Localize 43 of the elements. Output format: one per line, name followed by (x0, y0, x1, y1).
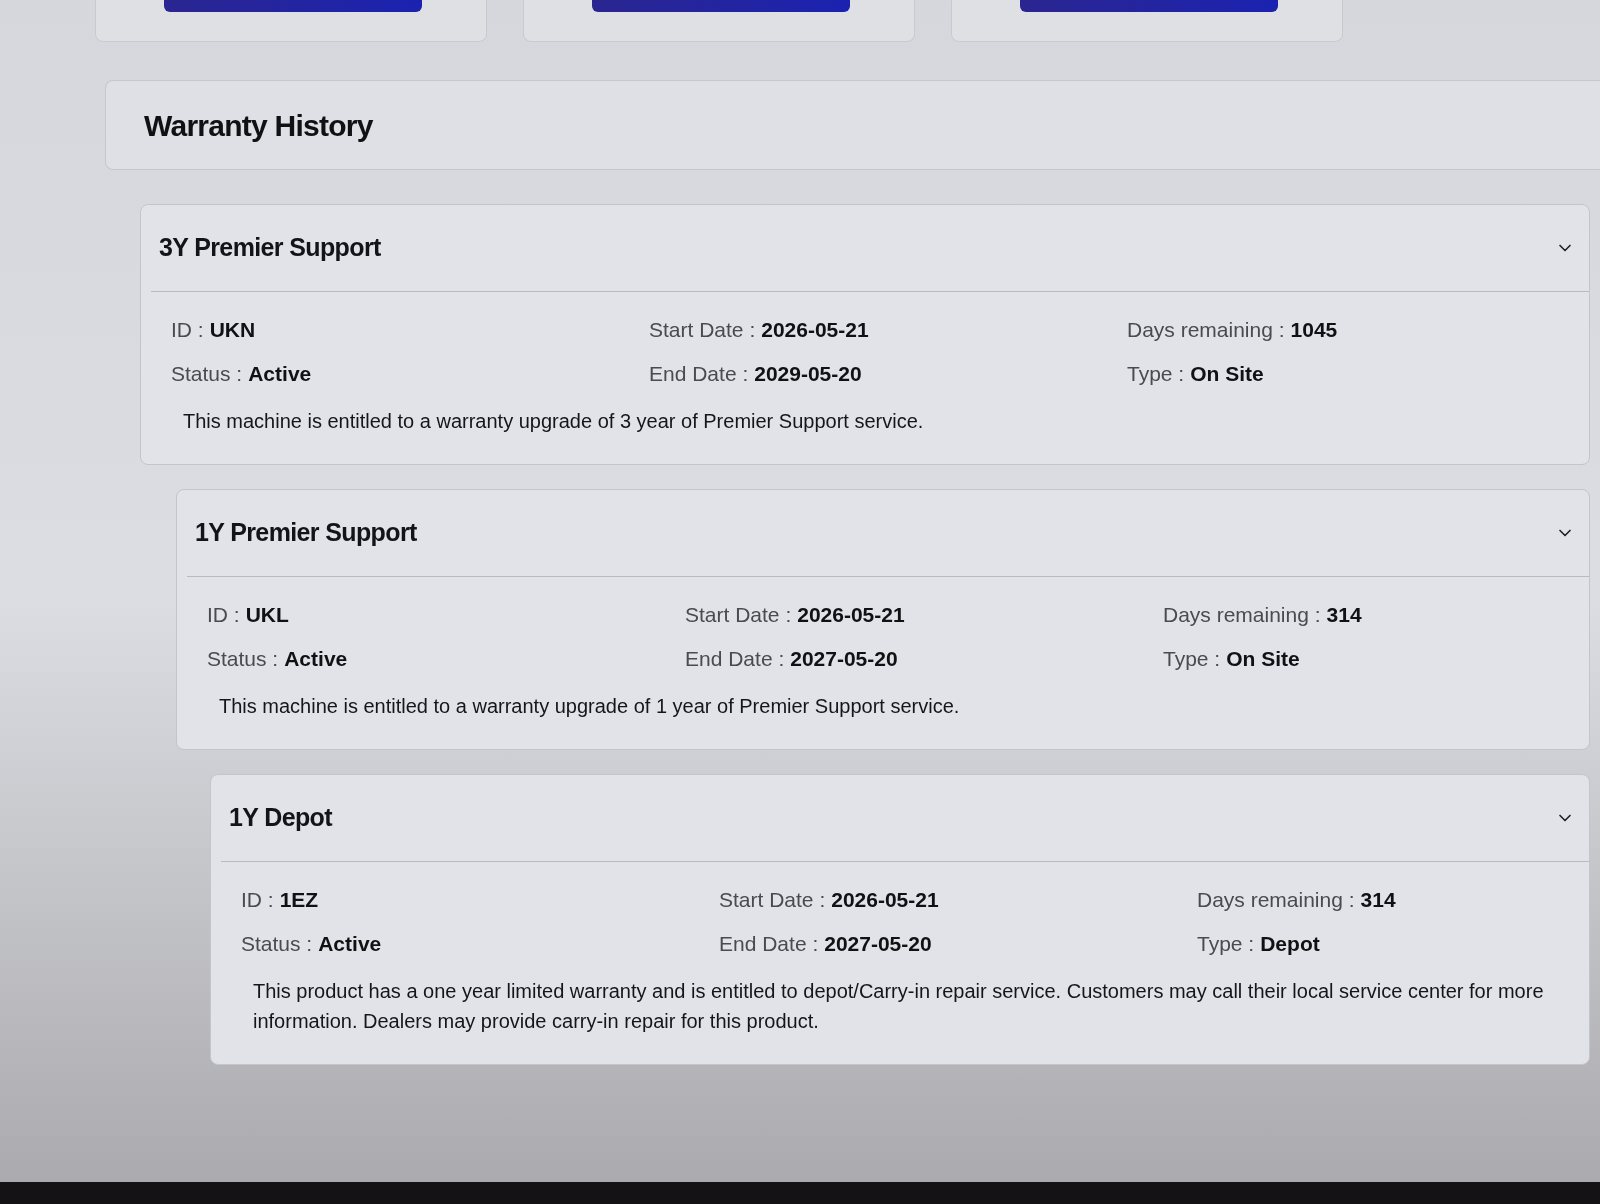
field-label: Days remaining : (1127, 317, 1285, 344)
field-value: 2029-05-20 (754, 361, 862, 388)
field-value: UKL (245, 602, 289, 629)
field-value: Active (318, 931, 382, 958)
field-value: 314 (1326, 602, 1362, 629)
field-value: 2027-05-20 (790, 646, 898, 673)
field-label: Days remaining : (1197, 887, 1355, 914)
field-label: End Date : (685, 646, 785, 673)
card-description: This product has a one year limited warranty and is entitled to depot/Carry-in repair service. Customers may call their local service center for more information. Dealers may provide carry-in repair for this product. (252, 979, 1545, 1034)
field-value: Depot (1260, 931, 1320, 958)
section-title: Warranty History (144, 107, 373, 144)
field-value: 2026-05-21 (797, 602, 905, 629)
field-value: 1EZ (279, 887, 319, 914)
field-value: 314 (1360, 887, 1396, 914)
field-value: On Site (1190, 361, 1264, 388)
field-label: ID : (207, 602, 240, 629)
field-label: Type : (1163, 646, 1221, 673)
field-label: End Date : (649, 361, 749, 388)
field-value: UKN (209, 317, 256, 344)
card-title: 3Y Premier Support (159, 232, 381, 264)
card-title: 1Y Premier Support (195, 517, 417, 549)
card-description: This machine is entitled to a warranty upgrade of 1 year of Premier Support service. (218, 694, 961, 719)
field-value: 1045 (1290, 317, 1338, 344)
field-label: Start Date : (719, 887, 826, 914)
field-label: Status : (171, 361, 243, 388)
field-label: Type : (1197, 931, 1255, 958)
field-label: Days remaining : (1163, 602, 1321, 629)
card-description: This machine is entitled to a warranty upgrade of 3 year of Premier Support service. (182, 409, 925, 434)
field-value: Active (284, 646, 348, 673)
field-label: Type : (1127, 361, 1185, 388)
field-label: End Date : (719, 931, 819, 958)
field-label: Status : (207, 646, 279, 673)
field-label: Status : (241, 931, 313, 958)
field-value: 2026-05-21 (831, 887, 939, 914)
field-label: Start Date : (649, 317, 756, 344)
field-value: 2027-05-20 (824, 931, 932, 958)
field-label: ID : (171, 317, 204, 344)
field-value: 2026-05-21 (761, 317, 869, 344)
field-label: Start Date : (685, 602, 792, 629)
field-value: On Site (1226, 646, 1300, 673)
card-title: 1Y Depot (229, 802, 332, 834)
field-value: Active (248, 361, 312, 388)
field-label: ID : (241, 887, 274, 914)
